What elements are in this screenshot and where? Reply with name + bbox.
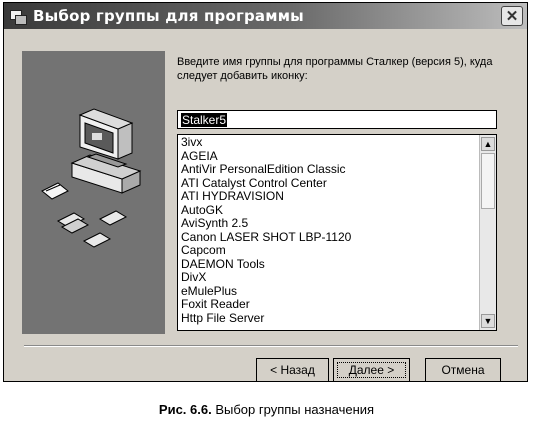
list-item[interactable]: Capcom — [181, 243, 496, 258]
list-item[interactable]: Foxit Reader — [181, 297, 496, 312]
group-name-input[interactable]: Stalker5 — [177, 110, 497, 129]
cancel-button[interactable]: Отмена — [425, 358, 501, 382]
prompt-text: Введите имя группы для программы Сталкер… — [177, 56, 493, 82]
scroll-thumb[interactable] — [481, 153, 495, 209]
list-item[interactable]: 3ivx — [181, 135, 496, 150]
list-item[interactable]: Http File Server — [181, 311, 496, 326]
close-icon: ✕ — [505, 8, 519, 25]
next-button[interactable]: Далее > — [333, 358, 410, 382]
list-item[interactable]: Canon LASER SHOT LBP-1120 — [181, 230, 496, 245]
list-item[interactable]: ATI Catalyst Control Center — [181, 176, 496, 191]
list-item[interactable]: eMulePlus — [181, 284, 496, 299]
scroll-down-icon[interactable]: ▼ — [481, 314, 495, 328]
close-button[interactable]: ✕ — [501, 6, 523, 26]
list-scrollbar[interactable]: ▲ ▼ — [479, 135, 496, 330]
list-item[interactable]: DivX — [181, 270, 496, 285]
list-item[interactable]: AutoGK — [181, 203, 496, 218]
figure-text: Выбор группы назначения — [215, 402, 375, 417]
divider — [24, 345, 518, 347]
list-item[interactable]: DAEMON Tools — [181, 257, 496, 272]
back-button[interactable]: < Назад — [256, 358, 329, 382]
computer-illustration — [22, 51, 165, 334]
installer-icon — [9, 7, 27, 25]
list-item[interactable]: AviSynth 2.5 — [181, 216, 496, 231]
group-name-value: Stalker5 — [181, 113, 228, 127]
list-item[interactable]: AntiVir PersonalEdition Classic — [181, 162, 496, 177]
figure-caption: Рис. 6.6. Выбор группы назначения — [0, 402, 533, 417]
window-title: Выбор группы для программы — [33, 7, 304, 25]
scroll-up-icon[interactable]: ▲ — [481, 137, 495, 151]
group-listbox[interactable]: 3ivx AGEIA AntiVir PersonalEdition Class… — [177, 134, 497, 331]
list-item[interactable]: ATI HYDRAVISION — [181, 189, 496, 204]
figure-label: Рис. 6.6. — [158, 402, 212, 417]
title-bar[interactable]: Выбор группы для программы ✕ — [4, 3, 527, 29]
list-item[interactable]: AGEIA — [181, 149, 496, 164]
